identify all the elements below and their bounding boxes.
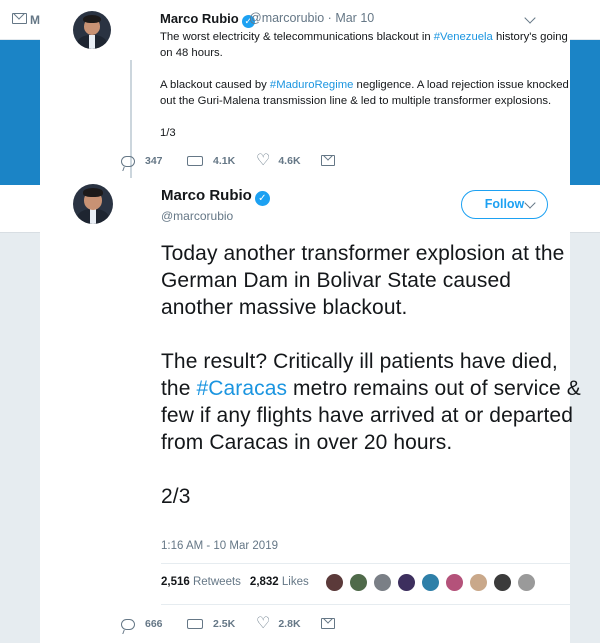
liker-avatars [325, 573, 541, 592]
envelope-icon [321, 618, 335, 629]
retweet-icon [187, 619, 203, 629]
retweet-button[interactable]: 4.1K [187, 155, 235, 167]
tweet2-text: Today another transformer explosion at t… [161, 242, 581, 508]
divider [161, 563, 575, 564]
tweet2-handle[interactable]: @marcorubio [161, 209, 233, 223]
liker-avatar[interactable] [469, 573, 488, 592]
thread-index: 1/3 [160, 127, 176, 139]
reply-button[interactable]: 666 [121, 618, 163, 630]
reply-button[interactable]: 347 [121, 155, 163, 167]
liker-avatar[interactable] [517, 573, 536, 592]
reply-icon [121, 618, 135, 630]
tweet1-handle-date[interactable]: @marcorubio · Mar 10 [249, 11, 374, 25]
direct-message-button[interactable] [321, 155, 335, 166]
follow-button[interactable]: Follow [461, 190, 548, 219]
reply-icon [121, 155, 135, 167]
envelope-icon [321, 155, 335, 166]
tweet2-author[interactable]: Marco Rubio ✓ [161, 187, 270, 206]
liker-avatar[interactable] [421, 573, 440, 592]
like-button[interactable]: ♡ 4.6K [256, 153, 301, 169]
retweet-button[interactable]: 2.5K [187, 618, 235, 630]
tweet-timestamp[interactable]: 1:16 AM - 10 Mar 2019 [161, 540, 278, 552]
verified-icon: ✓ [254, 191, 270, 206]
like-button[interactable]: ♡ 2.8K [256, 616, 301, 632]
liker-avatar[interactable] [493, 573, 512, 592]
chevron-down-icon[interactable] [524, 12, 536, 24]
liker-avatar[interactable] [397, 573, 416, 592]
mail-icon[interactable] [12, 13, 27, 24]
liker-avatar[interactable] [445, 573, 464, 592]
hashtag-link[interactable]: #MaduroRegime [270, 79, 354, 91]
heart-icon: ♡ [256, 152, 271, 169]
topbar-label: M [30, 13, 40, 27]
retweet-icon [187, 156, 203, 166]
liker-avatar[interactable] [373, 573, 392, 592]
engagement-stats: 2,516 Retweets 2,832 Likes [161, 576, 309, 588]
divider [161, 604, 575, 605]
tweet-modal: Marco Rubio ✓ @marcorubio · Mar 10 The wo… [40, 0, 581, 643]
retweet-count-link[interactable]: 2,516 Retweets [161, 576, 241, 588]
like-count-link[interactable]: 2,832 Likes [250, 576, 309, 588]
hashtag-link[interactable]: #Venezuela [434, 31, 493, 43]
thread-index: 2/3 [161, 485, 191, 508]
tweet1-author[interactable]: Marco Rubio ✓ [160, 11, 255, 28]
hashtag-link[interactable]: #Caracas [196, 377, 287, 400]
heart-icon: ♡ [256, 615, 271, 632]
tweet1-text: The worst electricity & telecommunicatio… [160, 29, 580, 141]
liker-avatar[interactable] [349, 573, 368, 592]
avatar[interactable] [73, 11, 111, 49]
liker-avatar[interactable] [325, 573, 344, 592]
avatar[interactable] [73, 184, 113, 224]
direct-message-button[interactable] [321, 618, 335, 629]
